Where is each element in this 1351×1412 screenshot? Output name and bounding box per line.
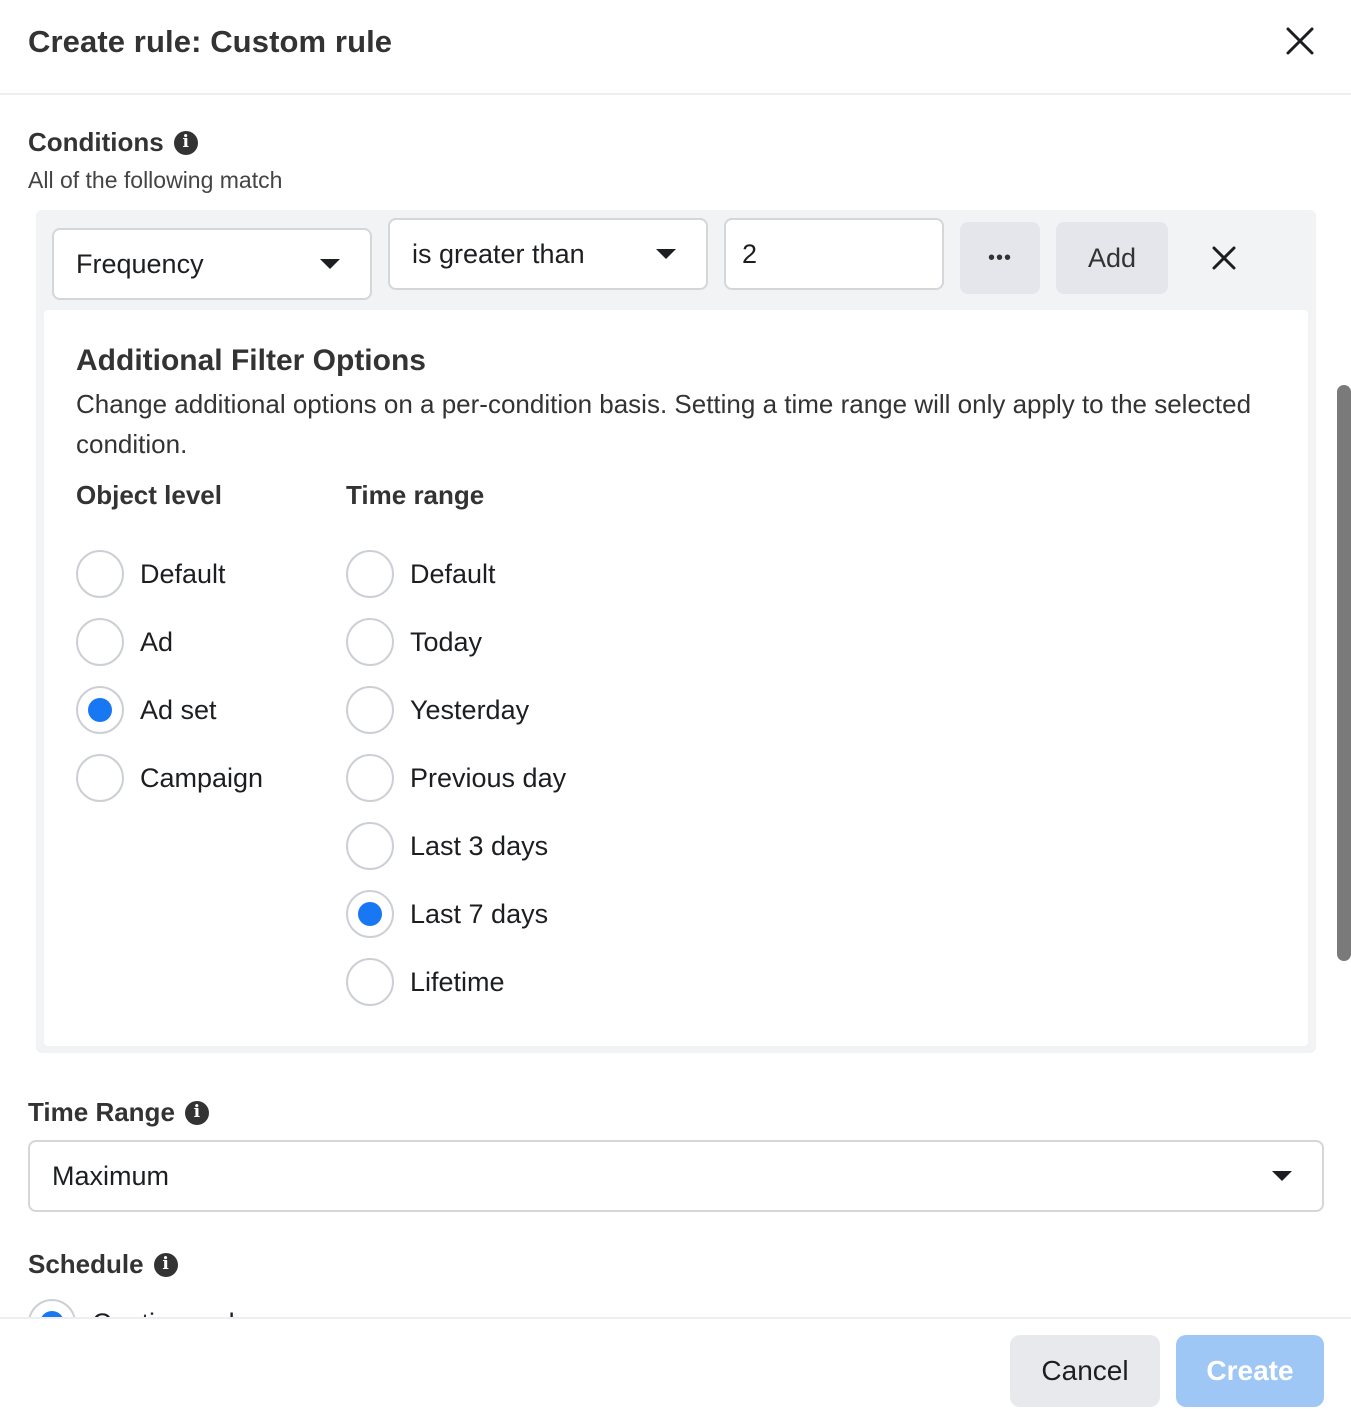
object-level-option[interactable]: Ad: [76, 618, 173, 666]
time-range-option[interactable]: Previous day: [346, 754, 566, 802]
operator-select-value: is greater than: [412, 238, 585, 269]
radio-label: Campaign: [140, 762, 264, 793]
add-button-label: Add: [1087, 242, 1137, 273]
radio-button[interactable]: [346, 618, 394, 666]
info-icon[interactable]: i: [184, 1100, 209, 1125]
time-range-option[interactable]: Today: [346, 618, 482, 666]
conditions-heading: Conditions i: [28, 127, 198, 158]
chevron-down-icon: [1272, 1171, 1292, 1181]
filter-description: Change additional options on a per-condi…: [76, 389, 1252, 459]
additional-filter-panel: Additional Filter Options Change additio…: [44, 310, 1308, 1046]
condition-row-container: Frequency is greater than 2 ••• Add Addi…: [36, 210, 1316, 1053]
time-range-option[interactable]: Last 7 days: [346, 890, 548, 938]
schedule-title: Schedule: [28, 1249, 144, 1279]
radio-button[interactable]: [76, 754, 124, 802]
value-input[interactable]: 2: [724, 218, 944, 290]
conditions-title: Conditions: [28, 127, 164, 157]
schedule-option[interactable]: Continuously: [28, 1299, 248, 1317]
radio-label: Default: [140, 558, 226, 589]
cancel-button-label: Cancel: [1041, 1355, 1129, 1386]
radio-label: Ad: [140, 626, 174, 657]
radio-label: Default: [410, 558, 496, 589]
radio-label: Lifetime: [410, 966, 505, 997]
chevron-down-icon: [320, 259, 340, 269]
conditions-subtitle: All of the following match: [28, 167, 283, 193]
time-range-select[interactable]: Maximum: [28, 1140, 1324, 1212]
time-range-col-title: Time range: [346, 480, 485, 510]
cancel-button[interactable]: Cancel: [1010, 1335, 1160, 1407]
metric-select[interactable]: Frequency: [52, 228, 372, 300]
radio-button-selected[interactable]: [76, 686, 124, 734]
dialog-title: Create rule: Custom rule: [28, 24, 393, 59]
chevron-down-icon: [656, 249, 676, 259]
dialog-header: Create rule: Custom rule: [0, 0, 1351, 95]
radio-label: Yesterday: [410, 694, 530, 725]
time-range-select-value: Maximum: [52, 1160, 170, 1191]
remove-condition-icon[interactable]: [1212, 246, 1236, 270]
radio-label: Last 7 days: [410, 898, 549, 929]
object-level-option[interactable]: Campaign: [76, 754, 263, 802]
info-icon[interactable]: i: [173, 130, 198, 155]
time-range-heading: Time Range i: [28, 1097, 209, 1128]
radio-button[interactable]: [76, 550, 124, 598]
radio-button[interactable]: [346, 550, 394, 598]
radio-button[interactable]: [346, 822, 394, 870]
object-level-option[interactable]: Ad set: [76, 686, 217, 734]
metric-select-value: Frequency: [76, 248, 204, 279]
close-icon[interactable]: [1285, 26, 1315, 56]
filter-title: Additional Filter Options: [76, 344, 426, 377]
radio-label: Ad set: [140, 694, 217, 725]
radio-button-selected[interactable]: [346, 890, 394, 938]
object-level-option[interactable]: Default: [76, 550, 226, 598]
schedule-heading: Schedule i: [28, 1249, 178, 1280]
radio-button[interactable]: [76, 618, 124, 666]
info-icon[interactable]: i: [153, 1252, 178, 1277]
create-button[interactable]: Create: [1176, 1335, 1324, 1407]
add-button[interactable]: Add: [1056, 222, 1168, 294]
radio-button[interactable]: [346, 754, 394, 802]
time-range-title: Time Range: [28, 1097, 175, 1127]
scrollbar[interactable]: [1337, 385, 1351, 961]
time-range-option[interactable]: Lifetime: [346, 958, 505, 1006]
time-range-option[interactable]: Last 3 days: [346, 822, 548, 870]
ellipsis-icon: •••: [987, 246, 1012, 269]
object-level-title: Object level: [76, 480, 222, 510]
radio-label: Previous day: [410, 762, 567, 793]
radio-label: Last 3 days: [410, 830, 549, 861]
time-range-option[interactable]: Default: [346, 550, 496, 598]
radio-button-selected[interactable]: [28, 1299, 76, 1317]
dialog-body: Conditions i All of the following match …: [0, 97, 1351, 1317]
radio-button[interactable]: [346, 958, 394, 1006]
radio-button[interactable]: [346, 686, 394, 734]
radio-label: Continuously: [92, 1308, 248, 1318]
create-button-label: Create: [1206, 1355, 1294, 1386]
more-options-button[interactable]: •••: [960, 222, 1040, 294]
radio-label: Today: [410, 626, 483, 657]
operator-select[interactable]: is greater than: [388, 218, 708, 290]
value-input-text: 2: [742, 238, 758, 269]
time-range-option[interactable]: Yesterday: [346, 686, 529, 734]
dialog-footer: Cancel Create: [0, 1317, 1351, 1412]
